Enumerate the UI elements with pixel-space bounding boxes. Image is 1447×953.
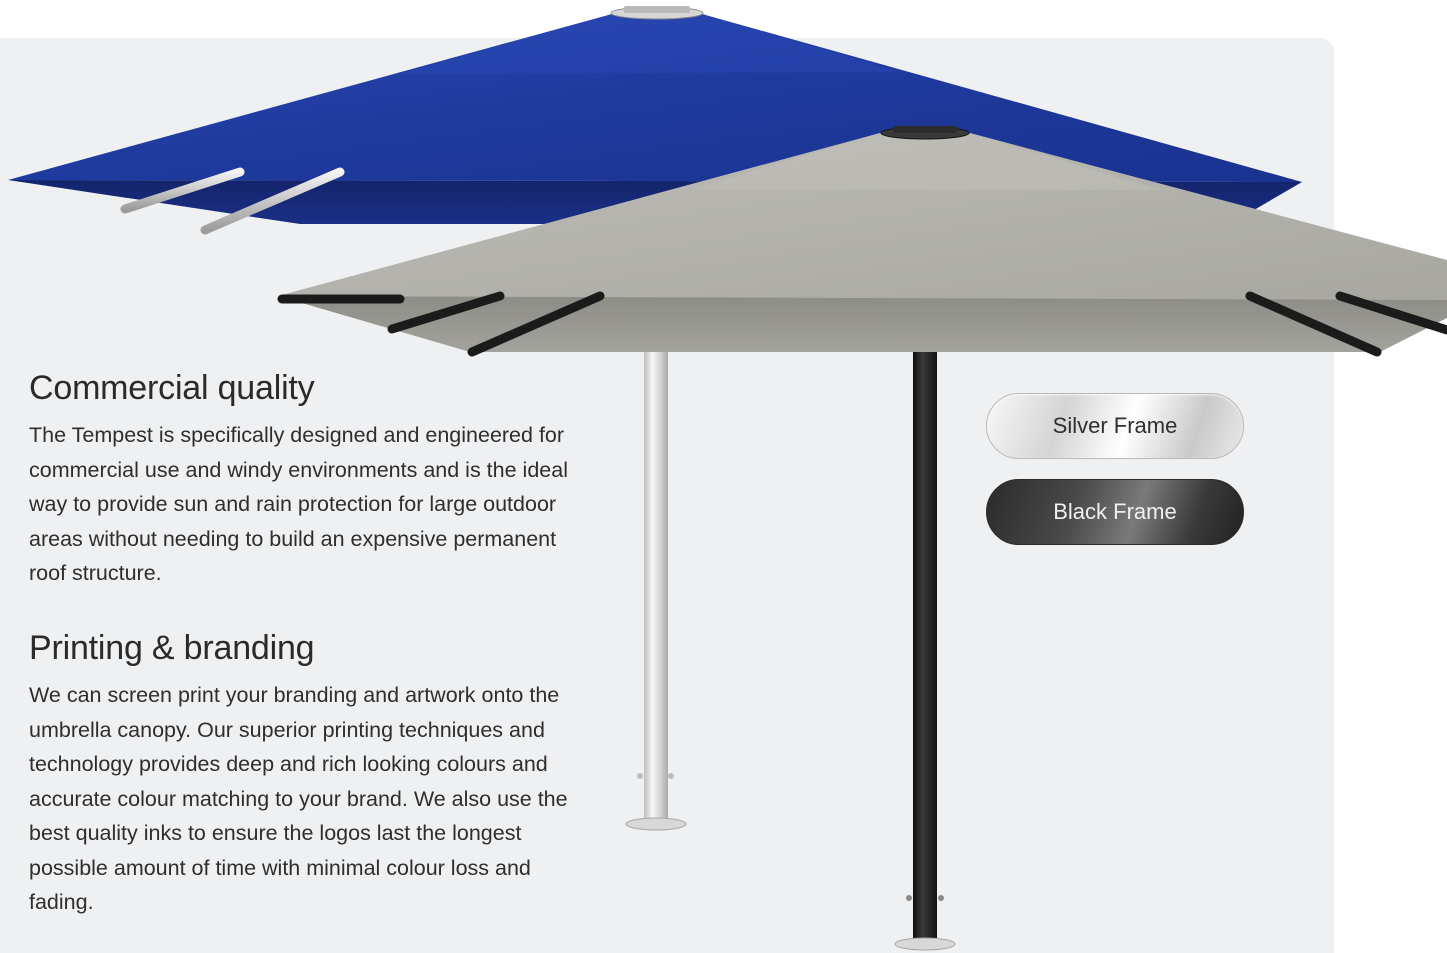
page: Commercial quality The Tempest is specif… (0, 0, 1447, 953)
section-heading: Printing & branding (29, 629, 315, 667)
section-heading: Commercial quality (29, 369, 315, 407)
silver-frame-button[interactable]: Silver Frame (986, 393, 1244, 459)
section-printing-branding: Printing & branding We can screen print … (29, 628, 569, 920)
black-frame-button[interactable]: Black Frame (986, 479, 1244, 545)
section-body: The Tempest is specifically designed and… (29, 423, 568, 585)
section-body: We can screen print your branding and ar… (29, 683, 568, 914)
section-commercial-quality: Commercial quality The Tempest is specif… (29, 368, 594, 591)
